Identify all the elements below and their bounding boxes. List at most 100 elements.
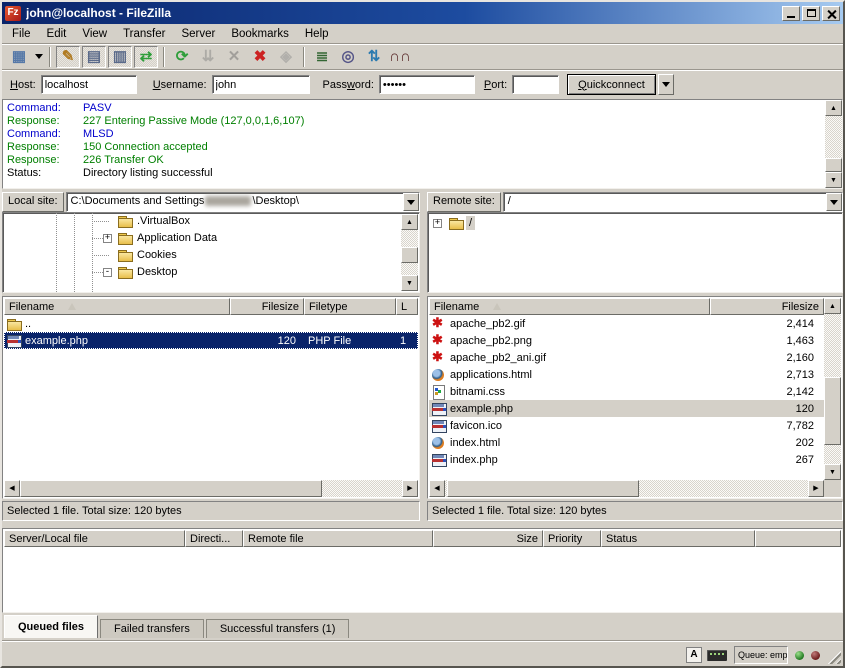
password-input[interactable] [379,75,475,94]
remote-site-combo[interactable]: / [503,192,843,212]
scrollbar-thumb[interactable] [825,158,842,172]
toggle-remote-tree-button[interactable]: ▥ [108,46,132,68]
maximize-button[interactable] [802,6,820,21]
column-header-server-local-file[interactable]: Server/Local file [4,530,185,547]
local-list-hscrollbar[interactable]: ◀ ▶ [4,480,418,497]
file-row[interactable]: index.php 267 [429,451,824,468]
queue-tab[interactable]: Failed transfers [100,619,204,638]
process-queue-button[interactable]: ⇊ [196,46,220,68]
minimize-button[interactable] [782,6,800,21]
scrollbar-thumb[interactable] [401,247,418,263]
menu-item[interactable]: Transfer [115,26,173,42]
queue-tab[interactable]: Queued files [4,615,98,638]
file-row[interactable]: example.php 120 PHP File 1 [4,332,418,349]
port-input[interactable] [512,75,559,94]
column-header-filename[interactable]: Filename [4,298,230,315]
toggle-local-tree-button[interactable]: ▤ [82,46,106,68]
local-site-dropdown-button[interactable] [403,193,419,211]
tree-item[interactable]: - Desktop [3,264,419,281]
site-manager-dropdown-button[interactable] [32,46,45,68]
scroll-down-icon[interactable]: ▼ [401,275,418,291]
local-site-combo[interactable]: C:\Documents and Settings\Desktop\ [66,192,420,212]
remote-site-dropdown-button[interactable] [826,193,842,211]
column-header-status[interactable]: Status [601,530,755,547]
chevron-down-icon [407,200,415,205]
toggle-queue-button[interactable]: ⇄ [134,46,158,68]
resize-grip[interactable] [826,649,841,664]
local-selection-status: Selected 1 file. Total size: 120 bytes [2,501,420,521]
column-header-size[interactable]: Size [433,530,543,547]
column-header-direction[interactable]: Directi... [185,530,243,547]
file-row[interactable]: favicon.ico 7,782 [429,417,824,434]
scroll-left-icon[interactable]: ◀ [4,480,20,497]
log-scrollbar[interactable]: ▲ ▼ [825,100,842,188]
directory-comparison-button[interactable]: ◎ [336,46,360,68]
log-line: Status:Directory listing successful [3,167,825,180]
find-files-button[interactable]: ∩∩ [388,46,412,68]
scrollbar-thumb[interactable] [824,377,841,445]
toggle-message-log-button[interactable]: ✎ [56,46,80,68]
reconnect-button[interactable]: ◈ [274,46,298,68]
refresh-button[interactable]: ⟳ [170,46,194,68]
scroll-up-icon[interactable]: ▲ [825,100,842,116]
file-row[interactable]: apache_pb2.png 1,463 [429,332,824,349]
message-log: Command:PASVResponse:227 Entering Passiv… [3,100,825,188]
filter-button[interactable]: ≣ [310,46,334,68]
scrollbar-thumb[interactable] [20,480,322,497]
column-header-filesize[interactable]: Filesize [230,298,304,315]
menu-item[interactable]: Server [173,26,223,42]
remote-site-path: / [504,193,826,211]
tree-item[interactable]: Cookies [3,247,419,264]
tree-item[interactable]: + Application Data [3,230,419,247]
cancel-icon: ✕ [228,49,241,65]
username-input[interactable] [212,75,310,94]
file-row[interactable]: apache_pb2.gif 2,414 [429,315,824,332]
column-header-priority[interactable]: Priority [543,530,601,547]
remote-list-hscrollbar[interactable]: ◀ ▶ [429,480,824,497]
menu-item[interactable]: Edit [39,26,75,42]
scroll-right-icon[interactable]: ▶ [808,480,824,497]
close-button[interactable] [822,6,840,21]
scroll-up-icon[interactable]: ▲ [824,298,841,314]
file-row[interactable]: .. [4,315,418,332]
disconnect-button[interactable]: ✖ [248,46,272,68]
tree-expander[interactable]: + [103,234,112,243]
file-row[interactable]: apache_pb2_ani.gif 2,160 [429,349,824,366]
site-manager-button[interactable]: ▦ [7,46,31,68]
tree-expander[interactable]: + [433,219,442,228]
file-row[interactable]: applications.html 2,713 [429,366,824,383]
remote-list-vscrollbar[interactable]: ▲ ▼ [824,298,841,480]
queue-tab[interactable]: Successful transfers (1) [206,619,350,638]
menu-item[interactable]: View [74,26,115,42]
tree-item[interactable]: + / [428,215,842,232]
file-row[interactable]: example.php 120 [429,400,824,417]
tree-item[interactable]: .VirtualBox [3,213,419,230]
scroll-up-icon[interactable]: ▲ [401,214,418,230]
scroll-left-icon[interactable]: ◀ [429,480,445,497]
php-file-icon [6,334,22,348]
menu-item[interactable]: Bookmarks [223,26,297,42]
scroll-down-icon[interactable]: ▼ [825,172,842,188]
quickconnect-button[interactable]: Quickconnect [567,74,656,95]
menu-item[interactable]: Help [297,26,337,42]
quickconnect-dropdown-button[interactable] [658,74,674,95]
local-tree-scrollbar[interactable]: ▲ ▼ [401,214,418,291]
column-header-filename[interactable]: Filename [429,298,710,315]
scroll-down-icon[interactable]: ▼ [824,464,841,480]
host-input[interactable] [41,75,137,94]
column-header-last-modified[interactable]: L [396,298,418,315]
cancel-button[interactable]: ✕ [222,46,246,68]
scrollbar-thumb[interactable] [447,480,639,497]
file-row[interactable]: bitnami.css 2,142 [429,383,824,400]
menu-item[interactable]: File [4,26,39,42]
scroll-right-icon[interactable]: ▶ [402,480,418,497]
tree-expander[interactable]: - [103,268,112,277]
titlebar[interactable]: Fz john@localhost - FileZilla [2,2,843,24]
synchronized-browsing-button[interactable]: ⇅ [362,46,386,68]
column-header-filesize[interactable]: Filesize [710,298,824,315]
file-row[interactable]: index.html 202 [429,434,824,451]
local-directory-tree: .VirtualBox + Application Data Cookies [2,212,420,293]
column-header-filler [755,530,841,547]
column-header-filetype[interactable]: Filetype [304,298,396,315]
column-header-remote-file[interactable]: Remote file [243,530,433,547]
